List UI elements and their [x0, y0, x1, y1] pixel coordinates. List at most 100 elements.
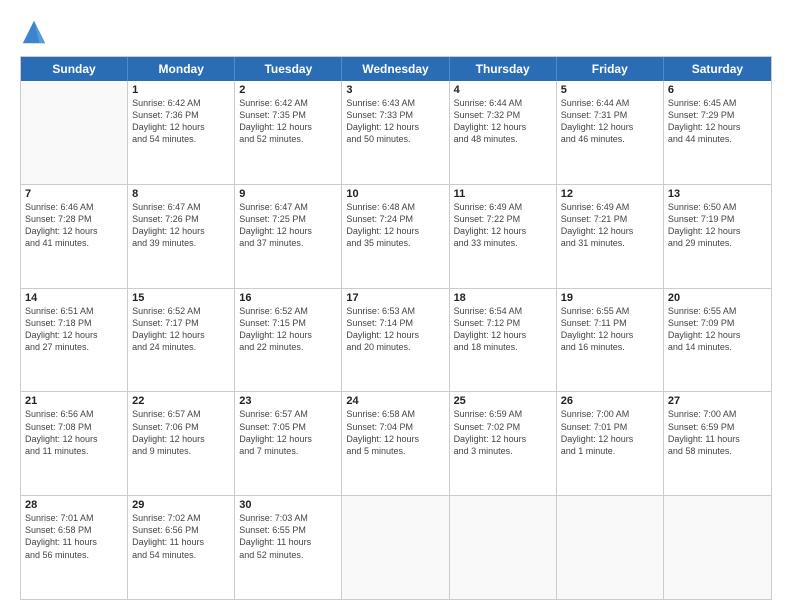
weekday-header: Wednesday: [342, 57, 449, 81]
calendar-cell: [21, 81, 128, 184]
cell-info-line: Sunrise: 6:57 AM: [132, 408, 230, 420]
cell-info-line: and 54 minutes.: [132, 549, 230, 561]
cell-info-line: Sunrise: 6:53 AM: [346, 305, 444, 317]
calendar-cell: 20Sunrise: 6:55 AMSunset: 7:09 PMDayligh…: [664, 289, 771, 392]
calendar-cell: 27Sunrise: 7:00 AMSunset: 6:59 PMDayligh…: [664, 392, 771, 495]
calendar-cell: 26Sunrise: 7:00 AMSunset: 7:01 PMDayligh…: [557, 392, 664, 495]
cell-info-line: Daylight: 12 hours: [668, 121, 767, 133]
calendar: SundayMondayTuesdayWednesdayThursdayFrid…: [20, 56, 772, 600]
calendar-cell: [342, 496, 449, 599]
page: SundayMondayTuesdayWednesdayThursdayFrid…: [0, 0, 792, 612]
cell-info-line: Daylight: 12 hours: [25, 329, 123, 341]
calendar-cell: 12Sunrise: 6:49 AMSunset: 7:21 PMDayligh…: [557, 185, 664, 288]
cell-info-line: Sunset: 7:06 PM: [132, 421, 230, 433]
day-number: 6: [668, 84, 767, 96]
cell-info-line: and 9 minutes.: [132, 445, 230, 457]
cell-info-line: Sunset: 7:08 PM: [25, 421, 123, 433]
day-number: 16: [239, 292, 337, 304]
cell-info-line: and 14 minutes.: [668, 341, 767, 353]
day-number: 4: [454, 84, 552, 96]
calendar-cell: 16Sunrise: 6:52 AMSunset: 7:15 PMDayligh…: [235, 289, 342, 392]
cell-info-line: Sunrise: 6:42 AM: [132, 97, 230, 109]
cell-info-line: Sunrise: 7:00 AM: [668, 408, 767, 420]
cell-info-line: Daylight: 12 hours: [132, 433, 230, 445]
cell-info-line: Daylight: 12 hours: [454, 433, 552, 445]
cell-info-line: Sunrise: 6:45 AM: [668, 97, 767, 109]
cell-info-line: Sunset: 7:25 PM: [239, 213, 337, 225]
day-number: 9: [239, 188, 337, 200]
cell-info-line: Daylight: 12 hours: [454, 121, 552, 133]
weekday-header: Saturday: [664, 57, 771, 81]
cell-info-line: Sunrise: 7:00 AM: [561, 408, 659, 420]
day-number: 3: [346, 84, 444, 96]
cell-info-line: Sunrise: 6:47 AM: [239, 201, 337, 213]
day-number: 25: [454, 395, 552, 407]
calendar-cell: [450, 496, 557, 599]
cell-info-line: Sunset: 7:05 PM: [239, 421, 337, 433]
day-number: 15: [132, 292, 230, 304]
cell-info-line: Daylight: 12 hours: [561, 433, 659, 445]
cell-info-line: Sunrise: 6:58 AM: [346, 408, 444, 420]
cell-info-line: Sunset: 7:12 PM: [454, 317, 552, 329]
cell-info-line: Daylight: 12 hours: [668, 329, 767, 341]
day-number: 17: [346, 292, 444, 304]
cell-info-line: Sunset: 7:02 PM: [454, 421, 552, 433]
cell-info-line: Sunset: 7:01 PM: [561, 421, 659, 433]
day-number: 2: [239, 84, 337, 96]
cell-info-line: and 50 minutes.: [346, 133, 444, 145]
cell-info-line: Sunset: 7:26 PM: [132, 213, 230, 225]
cell-info-line: Daylight: 12 hours: [239, 225, 337, 237]
cell-info-line: Sunset: 7:24 PM: [346, 213, 444, 225]
cell-info-line: Sunrise: 7:01 AM: [25, 512, 123, 524]
cell-info-line: and 11 minutes.: [25, 445, 123, 457]
weekday-header: Thursday: [450, 57, 557, 81]
cell-info-line: Daylight: 11 hours: [668, 433, 767, 445]
day-number: 8: [132, 188, 230, 200]
cell-info-line: Daylight: 12 hours: [132, 329, 230, 341]
cell-info-line: and 20 minutes.: [346, 341, 444, 353]
calendar-cell: [664, 496, 771, 599]
cell-info-line: Sunset: 7:18 PM: [25, 317, 123, 329]
calendar-cell: 18Sunrise: 6:54 AMSunset: 7:12 PMDayligh…: [450, 289, 557, 392]
calendar-week: 21Sunrise: 6:56 AMSunset: 7:08 PMDayligh…: [21, 392, 771, 496]
cell-info-line: and 7 minutes.: [239, 445, 337, 457]
day-number: 20: [668, 292, 767, 304]
calendar-week: 28Sunrise: 7:01 AMSunset: 6:58 PMDayligh…: [21, 496, 771, 599]
cell-info-line: Sunset: 6:58 PM: [25, 524, 123, 536]
cell-info-line: and 29 minutes.: [668, 237, 767, 249]
cell-info-line: Daylight: 12 hours: [561, 121, 659, 133]
cell-info-line: and 52 minutes.: [239, 133, 337, 145]
calendar-cell: 30Sunrise: 7:03 AMSunset: 6:55 PMDayligh…: [235, 496, 342, 599]
cell-info-line: Daylight: 11 hours: [25, 536, 123, 548]
calendar-week: 14Sunrise: 6:51 AMSunset: 7:18 PMDayligh…: [21, 289, 771, 393]
calendar-cell: 25Sunrise: 6:59 AMSunset: 7:02 PMDayligh…: [450, 392, 557, 495]
calendar-cell: [557, 496, 664, 599]
calendar-cell: 2Sunrise: 6:42 AMSunset: 7:35 PMDaylight…: [235, 81, 342, 184]
weekday-header: Monday: [128, 57, 235, 81]
cell-info-line: and 5 minutes.: [346, 445, 444, 457]
cell-info-line: Sunrise: 6:54 AM: [454, 305, 552, 317]
calendar-body: 1Sunrise: 6:42 AMSunset: 7:36 PMDaylight…: [21, 81, 771, 599]
cell-info-line: Sunrise: 6:51 AM: [25, 305, 123, 317]
calendar-cell: 3Sunrise: 6:43 AMSunset: 7:33 PMDaylight…: [342, 81, 449, 184]
cell-info-line: Sunrise: 6:59 AM: [454, 408, 552, 420]
cell-info-line: Daylight: 12 hours: [132, 121, 230, 133]
cell-info-line: Sunset: 7:15 PM: [239, 317, 337, 329]
calendar-cell: 11Sunrise: 6:49 AMSunset: 7:22 PMDayligh…: [450, 185, 557, 288]
weekday-header: Friday: [557, 57, 664, 81]
day-number: 19: [561, 292, 659, 304]
calendar-cell: 29Sunrise: 7:02 AMSunset: 6:56 PMDayligh…: [128, 496, 235, 599]
cell-info-line: Sunset: 7:35 PM: [239, 109, 337, 121]
day-number: 23: [239, 395, 337, 407]
calendar-cell: 1Sunrise: 6:42 AMSunset: 7:36 PMDaylight…: [128, 81, 235, 184]
calendar-header: SundayMondayTuesdayWednesdayThursdayFrid…: [21, 57, 771, 81]
cell-info-line: Daylight: 12 hours: [454, 225, 552, 237]
calendar-week: 7Sunrise: 6:46 AMSunset: 7:28 PMDaylight…: [21, 185, 771, 289]
day-number: 27: [668, 395, 767, 407]
cell-info-line: and 22 minutes.: [239, 341, 337, 353]
cell-info-line: Daylight: 12 hours: [239, 329, 337, 341]
cell-info-line: Sunrise: 6:49 AM: [454, 201, 552, 213]
cell-info-line: Daylight: 11 hours: [239, 536, 337, 548]
cell-info-line: Daylight: 12 hours: [239, 433, 337, 445]
cell-info-line: Sunrise: 6:52 AM: [132, 305, 230, 317]
